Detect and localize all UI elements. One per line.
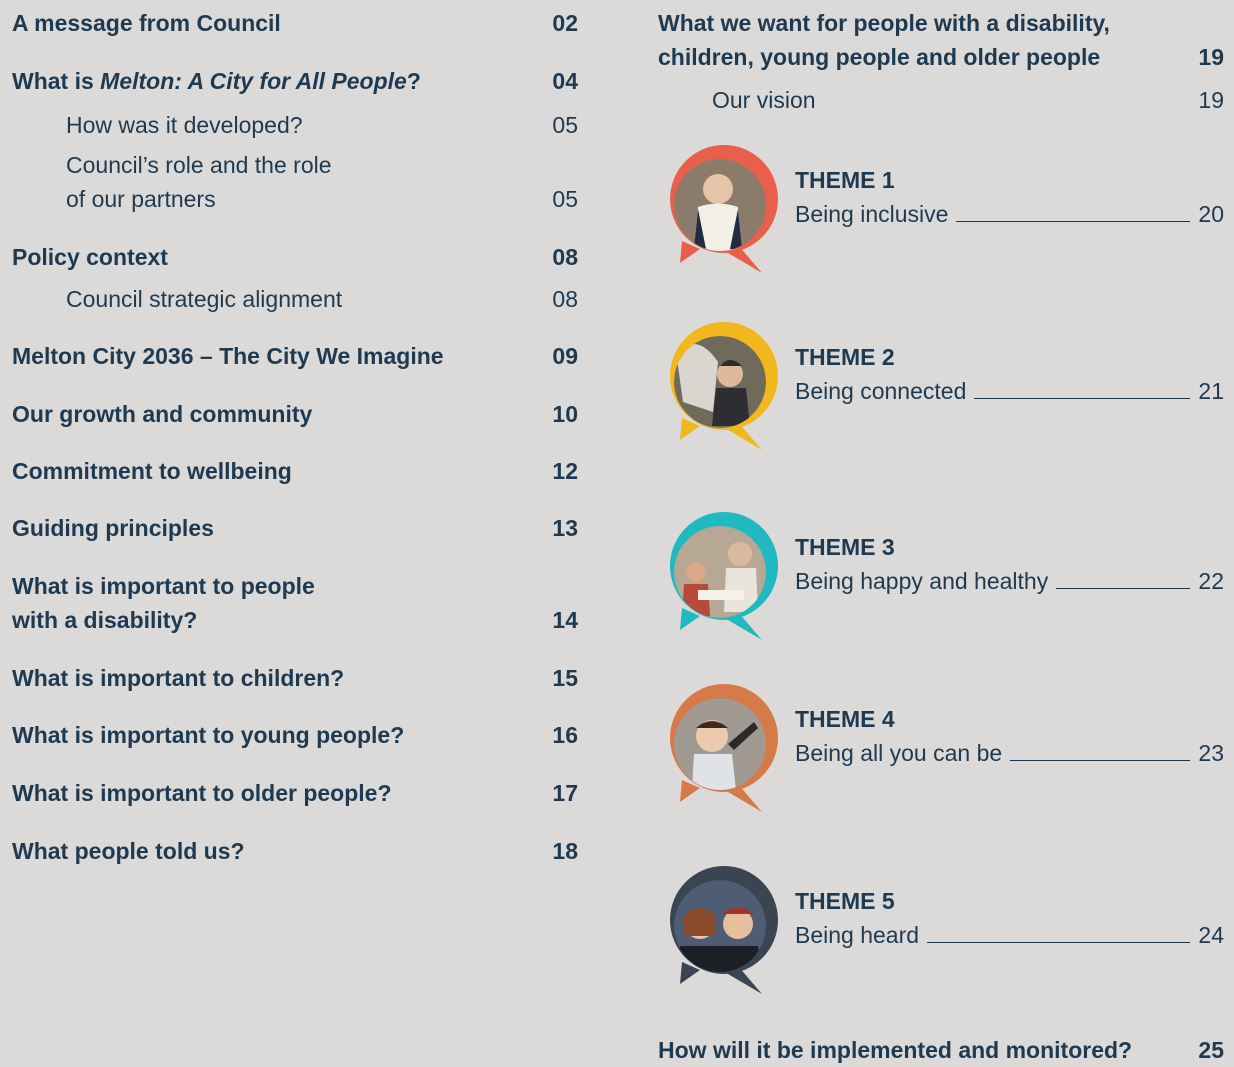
toc-entry-children[interactable]: What is important to children? 15 [12, 661, 578, 695]
leader-line [1010, 760, 1191, 761]
leader-line [974, 398, 1191, 399]
page-number: 14 [552, 607, 578, 633]
toc-entry-implemented[interactable]: How will it be implemented and monitored… [658, 1033, 1224, 1067]
toc-entry-disability[interactable]: What is important to people with a disab… [12, 569, 578, 637]
page-number: 12 [552, 458, 578, 484]
theme-title: Being inclusive [795, 201, 949, 227]
child-horse-photo-icon [670, 322, 778, 450]
page-number: 16 [552, 722, 578, 748]
theme-label: THEME 5 [795, 888, 895, 914]
child-playing-photo-icon [670, 684, 778, 812]
page-number: 25 [1198, 1037, 1224, 1063]
theme-title-row: Being connected 21 [795, 376, 1224, 406]
toc-entry-message[interactable]: A message from Council 02 [12, 6, 578, 40]
page-number: 17 [552, 780, 578, 806]
theme-entry-3[interactable]: THEME 3 Being happy and healthy 22 [658, 512, 1224, 642]
toc-entry-what-is[interactable]: What is Melton: A City for All People? 0… [12, 64, 578, 98]
theme-title: Being all you can be [795, 740, 1003, 766]
toc-entry-people-told[interactable]: What people told us? 18 [12, 834, 578, 868]
leader-line [956, 221, 1191, 222]
leader-line [927, 942, 1191, 943]
theme-entry-1[interactable]: THEME 1 Being inclusive 20 [658, 145, 1224, 275]
page-number: 22 [1198, 568, 1224, 594]
page-number: 02 [552, 10, 578, 36]
family-dining-photo-icon [670, 512, 778, 640]
toc-entry-principles[interactable]: Guiding principles 13 [12, 511, 578, 545]
page-number: 19 [1198, 87, 1224, 113]
page-number: 09 [552, 343, 578, 369]
theme-title-row: Being inclusive 20 [795, 199, 1224, 229]
page-number: 20 [1198, 201, 1224, 227]
page-number: 04 [552, 68, 578, 94]
page-number: 05 [552, 112, 578, 138]
page-number: 19 [1198, 44, 1224, 70]
theme-label: THEME 3 [795, 534, 895, 560]
toc-entry-vision[interactable]: Our vision 19 [712, 83, 1224, 117]
girl-photo-icon [670, 145, 778, 273]
toc-entry-older-people[interactable]: What is important to older people? 17 [12, 776, 578, 810]
page-number: 13 [552, 515, 578, 541]
theme-title-row: Being heard 24 [795, 920, 1224, 950]
toc-entry-young-people[interactable]: What is important to young people? 16 [12, 718, 578, 752]
page-number: 10 [552, 401, 578, 427]
page-number: 08 [552, 286, 578, 312]
page-number: 23 [1198, 740, 1224, 766]
theme-entry-5[interactable]: THEME 5 Being heard 24 [658, 866, 1224, 996]
toc-entry-what-we-want[interactable]: What we want for people with a disabilit… [658, 6, 1224, 74]
theme-label: THEME 2 [795, 344, 895, 370]
toc-entry-role[interactable]: Council’s role and the role of our partn… [66, 148, 578, 216]
theme-entry-4[interactable]: THEME 4 Being all you can be 23 [658, 684, 1224, 814]
theme-title: Being heard [795, 922, 920, 948]
toc-entry-policy[interactable]: Policy context 08 [12, 240, 578, 274]
page-number: 18 [552, 838, 578, 864]
page-number: 08 [552, 244, 578, 270]
theme-label: THEME 1 [795, 167, 895, 193]
page-number: 15 [552, 665, 578, 691]
theme-title-row: Being all you can be 23 [795, 738, 1224, 768]
page-number: 21 [1198, 378, 1224, 404]
two-women-photo-icon [670, 866, 778, 994]
toc-entry-wellbeing[interactable]: Commitment to wellbeing 12 [12, 454, 578, 488]
toc-entry-city-2036[interactable]: Melton City 2036 – The City We Imagine 0… [12, 339, 578, 373]
toc-entry-alignment[interactable]: Council strategic alignment 08 [66, 282, 578, 316]
toc-entry-growth[interactable]: Our growth and community 10 [12, 397, 578, 431]
theme-title: Being happy and healthy [795, 568, 1049, 594]
theme-entry-2[interactable]: THEME 2 Being connected 21 [658, 322, 1224, 452]
page-number: 05 [552, 186, 578, 212]
page-number: 24 [1198, 922, 1224, 948]
leader-line [1056, 588, 1191, 589]
theme-title: Being connected [795, 378, 967, 404]
theme-title-row: Being happy and healthy 22 [795, 566, 1224, 596]
toc-entry-developed[interactable]: How was it developed? 05 [66, 108, 578, 142]
theme-label: THEME 4 [795, 706, 895, 732]
